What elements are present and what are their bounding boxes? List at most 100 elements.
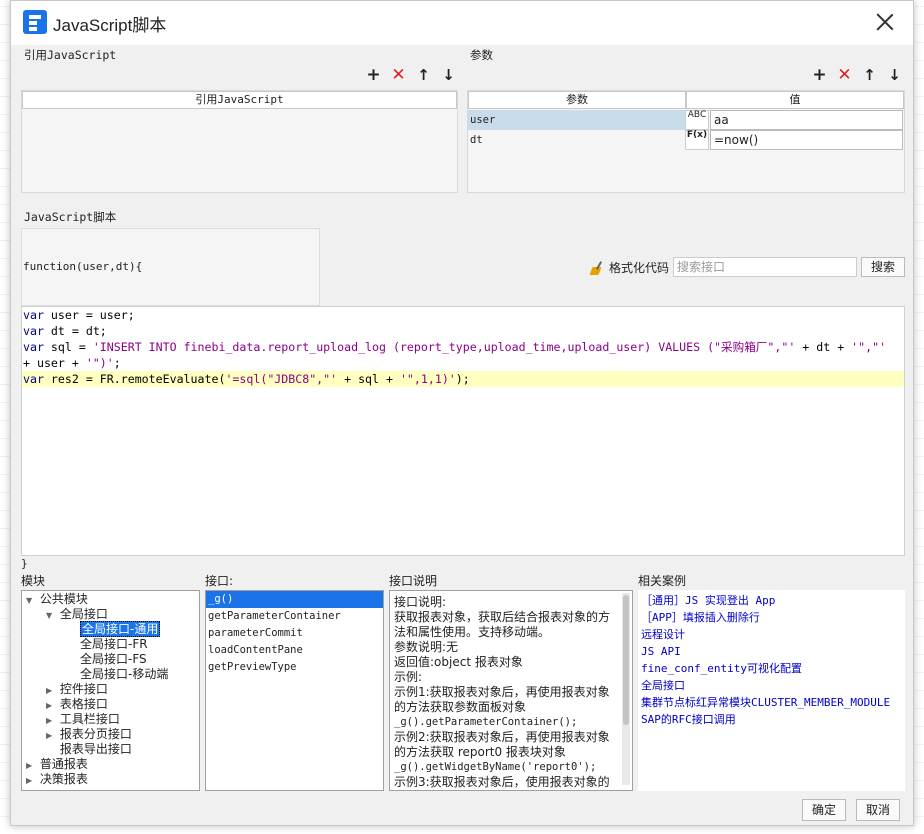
doc-line: 法和属性使用。支持移动端。 (394, 625, 551, 639)
interface-item[interactable]: getPreviewType (206, 659, 383, 676)
ref-js-column-header[interactable]: 引用JavaScript (22, 91, 457, 109)
tree-node[interactable]: ▶ 工具栏接口 (46, 712, 120, 728)
text-type-icon[interactable]: ABC (685, 110, 709, 130)
expand-toggle-icon[interactable]: ▶ (46, 728, 56, 743)
module-tree[interactable]: ▼ 公共模块 ▼ 全局接口 全局接口-通用 全局接口-FR 全局接口-FS 全局… (21, 590, 200, 791)
closing-brace: } (21, 557, 28, 570)
tree-node[interactable]: 报表导出接口 (46, 742, 132, 757)
tree-node-label: 全局接口-FR (80, 637, 148, 651)
case-link[interactable]: ［通用］JS 实现登出 App (639, 592, 904, 609)
add-icon[interactable]: + (811, 67, 828, 84)
param-value-header[interactable]: 值 (686, 91, 904, 109)
doc-line: _g().getWidgetByName('report0'); (394, 761, 597, 773)
search-button[interactable]: 搜索 (861, 257, 905, 277)
doc-line: 返回值:object 报表对象 (394, 655, 523, 669)
related-cases-list: ［通用］JS 实现登出 App ［APP］填报插入删除行 远程设计 JS API… (638, 590, 905, 791)
tree-node[interactable]: ▼ 公共模块 (26, 592, 88, 608)
doc-line: 参数说明:无 (394, 640, 459, 654)
expand-toggle-icon[interactable]: ▶ (26, 758, 36, 773)
param-row[interactable]: user ABC aa (468, 110, 904, 130)
param-name-header[interactable]: 参数 (468, 91, 686, 109)
interface-item[interactable]: getParameterContainer (206, 608, 383, 625)
doc-scrollbar[interactable] (622, 593, 630, 785)
code-line-current: var res2 = FR.remoteEvaluate('=sql("JDBC… (22, 371, 904, 387)
doc-line: 的方法获取 report0 报表块对象 (394, 745, 566, 759)
interface-item[interactable]: loadContentPane (206, 642, 383, 659)
tree-node[interactable]: ▶ 控件接口 (46, 682, 108, 698)
tree-node-label: 控件接口 (59, 682, 108, 696)
tree-node-label: 报表导出接口 (59, 742, 132, 756)
doc-line: 接口说明: (394, 595, 447, 609)
search-interface-input[interactable]: 搜索接口 (673, 257, 857, 277)
move-down-icon[interactable]: ↓ (886, 67, 903, 84)
expand-toggle-icon[interactable]: ▶ (46, 683, 56, 698)
title-bar: JavaScript脚本 (11, 1, 913, 45)
interface-doc-text: 接口说明: 获取报表对象，获取后结合报表对象的方 法和属性使用。支持移动端。 参… (394, 595, 616, 790)
tree-node[interactable]: ▶ 普通报表 (26, 757, 88, 773)
interface-doc-pane[interactable]: 接口说明: 获取报表对象，获取后结合报表对象的方 法和属性使用。支持移动端。 参… (389, 590, 633, 791)
expand-toggle-icon[interactable]: ▶ (46, 698, 56, 713)
code-line: var user = user; (23, 308, 135, 322)
expand-toggle-icon[interactable]: ▼ (46, 608, 56, 623)
tree-node[interactable]: 全局接口-通用 (80, 621, 161, 637)
script-label: JavaScript脚本 (24, 210, 117, 224)
format-code-button[interactable]: 格式化代码 (591, 259, 669, 276)
tree-node[interactable]: 全局接口-FS (80, 652, 147, 667)
doc-line: 示例1:获取报表对象后，再使用报表对象 (394, 685, 610, 699)
interface-label: 接口: (205, 574, 234, 588)
interface-doc-label: 接口说明 (389, 574, 438, 588)
interface-item[interactable]: parameterCommit (206, 625, 383, 642)
doc-line: 示例2:获取报表对象后，再使用报表对象 (394, 730, 610, 744)
case-link[interactable]: fine_conf_entity可视化配置 (639, 660, 904, 677)
tree-node[interactable]: ▶ 表格接口 (46, 697, 108, 713)
doc-line: 的方法获取参数面板对象 (394, 700, 527, 714)
tree-node[interactable]: 全局接口-FR (80, 637, 148, 652)
move-down-icon[interactable]: ↓ (440, 67, 457, 84)
case-link[interactable]: SAP的RFC接口调用 (639, 711, 904, 728)
formula-type-icon[interactable]: F(x) (685, 130, 709, 150)
add-icon[interactable]: + (365, 67, 382, 84)
tree-node[interactable]: ▶ 报表分页接口 (46, 727, 132, 743)
param-name[interactable]: user (468, 110, 685, 130)
scroll-thumb[interactable] (623, 595, 629, 725)
delete-icon[interactable]: ✕ (390, 67, 407, 84)
tree-node-label: 全局接口-FS (80, 652, 147, 666)
tree-node[interactable]: 全局接口-移动端 (80, 667, 168, 682)
tree-node-label: 工具栏接口 (59, 712, 120, 726)
move-up-icon[interactable]: ↑ (861, 67, 878, 84)
param-value-field[interactable]: aa (710, 110, 903, 130)
ok-button[interactable]: 确定 (802, 799, 846, 821)
tree-node-label: 表格接口 (59, 697, 108, 711)
doc-line: 示例3:获取报表对象后，使用报表对象的 (394, 775, 610, 789)
delete-icon[interactable]: ✕ (836, 67, 853, 84)
case-link[interactable]: 远程设计 (639, 626, 904, 643)
expand-toggle-icon[interactable]: ▼ (26, 593, 36, 608)
params-label: 参数 (470, 48, 493, 62)
doc-line: 获取报表对象，获取后结合报表对象的方 (394, 610, 611, 624)
param-row[interactable]: dt F(x) =now() (468, 130, 904, 150)
cancel-button[interactable]: 取消 (856, 799, 900, 821)
case-link[interactable]: 集群节点标红异常模块CLUSTER_MEMBER_MODULE (639, 694, 904, 711)
javascript-dialog: JavaScript脚本 引用JavaScript + ✕ ↑ ↓ 引用Java… (10, 0, 914, 826)
code-line: var dt = dt; (23, 324, 107, 338)
interface-item[interactable]: _g() (206, 591, 383, 608)
format-code-label: 格式化代码 (609, 261, 670, 275)
code-editor[interactable]: var user = user; var dt = dt; var sql = … (21, 306, 905, 556)
ref-js-label: 引用JavaScript (24, 48, 117, 62)
close-icon[interactable] (875, 12, 895, 32)
move-up-icon[interactable]: ↑ (415, 67, 432, 84)
ref-js-panel: 引用JavaScript (21, 90, 458, 193)
interface-list[interactable]: _g() getParameterContainer parameterComm… (205, 590, 384, 791)
param-value-field[interactable]: =now() (710, 130, 903, 150)
param-name[interactable]: dt (468, 130, 685, 150)
case-link[interactable]: JS API (639, 643, 904, 660)
code-line: + user + '")'; (23, 356, 121, 370)
tree-node[interactable]: ▶ 决策报表 (26, 772, 88, 788)
tree-node-label: 普通报表 (39, 757, 88, 771)
case-link[interactable]: 全局接口 (639, 677, 904, 694)
case-link[interactable]: ［APP］填报插入删除行 (639, 609, 904, 626)
expand-toggle-icon[interactable]: ▶ (26, 773, 36, 788)
tree-node-label: 决策报表 (39, 772, 88, 786)
expand-toggle-icon[interactable]: ▶ (46, 713, 56, 728)
tree-node-label: 报表分页接口 (59, 727, 132, 741)
